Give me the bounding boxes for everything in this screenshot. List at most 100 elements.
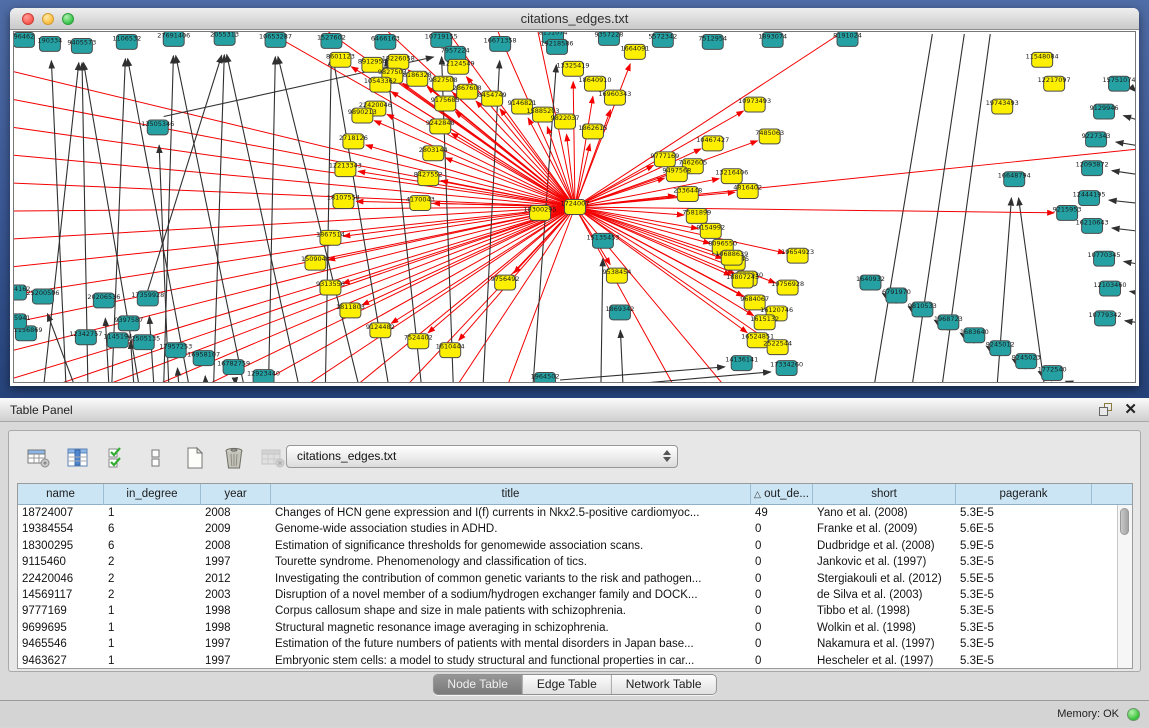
graph-node[interactable]: 1106532 — [112, 34, 141, 49]
graph-node[interactable]: 6791970 — [882, 288, 911, 303]
table-cell[interactable]: 5.5E-5 — [956, 571, 1092, 587]
graph-node[interactable]: 9397587 — [114, 316, 143, 331]
graph-node[interactable]: 1664091 — [620, 44, 649, 59]
table-row[interactable]: 911546021997Tourette syndrome. Phenomeno… — [18, 554, 1132, 570]
table-row[interactable]: 1830029562008Estimation of significance … — [18, 538, 1132, 554]
graph-node[interactable]: 12213343 — [329, 162, 362, 177]
network-window-titlebar[interactable]: citations_edges.txt — [10, 8, 1139, 30]
graph-node[interactable]: 1610444 — [436, 343, 465, 358]
graph-node[interactable]: 7581899 — [682, 208, 711, 223]
graph-node[interactable]: 7524402 — [404, 334, 433, 349]
table-cell[interactable]: 0 — [751, 653, 813, 669]
table-cell[interactable]: 0 — [751, 587, 813, 603]
graph-node[interactable]: 190334 — [38, 36, 63, 51]
column-header-title[interactable]: title — [271, 484, 751, 505]
table-cell[interactable]: 2008 — [201, 538, 271, 554]
graph-node[interactable]: 1862615 — [579, 124, 608, 139]
table-cell[interactable]: 0 — [751, 571, 813, 587]
select-columns-icon[interactable] — [103, 444, 131, 472]
graph-node[interactable]: 1867514 — [316, 230, 345, 245]
table-cell[interactable]: 2003 — [201, 587, 271, 603]
graph-node[interactable]: 10779342 — [1089, 311, 1122, 326]
table-cell[interactable]: Embryonic stem cells: a model to study s… — [271, 653, 751, 669]
graph-node[interactable]: 7512954 — [698, 34, 727, 49]
graph-node[interactable]: 9934162 — [14, 285, 30, 300]
graph-node[interactable]: 9124482 — [366, 323, 395, 338]
table-cell[interactable]: 19384554 — [18, 521, 104, 537]
graph-node[interactable]: 1772540 — [1038, 366, 1067, 381]
column-header-year[interactable]: year — [201, 484, 271, 505]
table-cell[interactable]: 18300295 — [18, 538, 104, 554]
graph-node[interactable]: 4170043 — [406, 196, 435, 211]
table-cell[interactable]: Jankovic et al. (1997) — [813, 554, 956, 570]
row-options-icon[interactable] — [142, 444, 170, 472]
column-header-short[interactable]: short — [813, 484, 956, 505]
table-row[interactable]: 946554611997Estimation of the future num… — [18, 636, 1132, 652]
table-cell[interactable]: Structural magnetic resonance image aver… — [271, 620, 751, 636]
graph-node[interactable]: 19218586 — [541, 39, 574, 54]
table-cell[interactable]: 2012 — [201, 571, 271, 587]
table-cell[interactable]: 0 — [751, 620, 813, 636]
graph-node[interactable]: 9313556 — [316, 280, 345, 295]
table-cell[interactable]: 2 — [104, 587, 201, 603]
graph-node[interactable]: 96462 — [14, 32, 34, 47]
table-cell[interactable]: Yano et al. (2008) — [813, 505, 956, 521]
graph-node[interactable]: 14136141 — [725, 356, 758, 371]
graph-node[interactable]: 6466163 — [371, 34, 400, 49]
graph-node[interactable]: 10973493 — [738, 97, 771, 112]
table-cell[interactable]: 14569117 — [18, 587, 104, 603]
table-row[interactable]: 1456911722003Disruption of a novel membe… — [18, 587, 1132, 603]
table-cell[interactable]: Wolkin et al. (1998) — [813, 620, 956, 636]
table-row[interactable]: 1938455462009Genome-wide association stu… — [18, 521, 1132, 537]
graph-node[interactable]: 9756492 — [491, 275, 520, 290]
graph-node[interactable]: 1615132 — [750, 315, 779, 330]
column-header-name[interactable]: name — [18, 484, 104, 505]
graph-node[interactable]: 12093872 — [1076, 161, 1109, 176]
table-cell[interactable]: 49 — [751, 505, 813, 521]
table-cell[interactable]: de Silva et al. (2003) — [813, 587, 956, 603]
table-cell[interactable]: Disruption of a novel member of a sodium… — [271, 587, 751, 603]
graph-node[interactable]: 9538454 — [602, 268, 631, 283]
graph-node[interactable]: 4816402 — [733, 184, 762, 199]
table-cell[interactable]: 5.3E-5 — [956, 587, 1092, 603]
table-cell[interactable]: 5.3E-5 — [956, 636, 1092, 652]
table-cell[interactable]: 18724007 — [18, 505, 104, 521]
table-row[interactable]: 977716911998Corpus callosum shape and si… — [18, 603, 1132, 619]
graph-node[interactable]: 2718126 — [339, 134, 368, 149]
network-window[interactable]: citations_edges.txt 96462 190334 9405573 11… — [10, 8, 1139, 386]
table-cell[interactable]: 9465546 — [18, 636, 104, 652]
graph-node[interactable]: 16958107 — [187, 351, 220, 366]
graph-node[interactable]: 16210643 — [1076, 218, 1109, 233]
graph-node[interactable]: 9822037 — [551, 114, 580, 129]
table-cell[interactable]: 1 — [104, 505, 201, 521]
graph-node[interactable]: 2522544 — [763, 340, 792, 355]
table-cell[interactable]: 5.3E-5 — [956, 554, 1092, 570]
graph-node[interactable]: 9497568 — [662, 167, 691, 182]
table-cell[interactable]: Changes of HCN gene expression and I(f) … — [271, 505, 751, 521]
float-panel-icon[interactable] — [1099, 403, 1113, 417]
graph-node[interactable]: 9154992 — [696, 223, 725, 238]
table-cell[interactable]: 9699695 — [18, 620, 104, 636]
graph-node[interactable]: 1893074 — [758, 32, 787, 47]
graph-node[interactable]: 17334260 — [770, 361, 803, 376]
graph-node[interactable]: 1509048 — [301, 255, 330, 270]
network-view-canvas[interactable]: 9646219033494055731106532276914062055313… — [13, 31, 1136, 383]
graph-node[interactable]: 16782759 — [217, 360, 250, 375]
table-cell[interactable]: 2 — [104, 554, 201, 570]
table-cell[interactable]: 9463627 — [18, 653, 104, 669]
table-cell[interactable]: 22420046 — [18, 571, 104, 587]
graph-node[interactable]: 11548084 — [1026, 52, 1059, 67]
graph-node[interactable]: 8427552 — [414, 171, 443, 186]
scrollbar-thumb[interactable] — [1120, 508, 1129, 535]
graph-node[interactable]: 9129946 — [1090, 104, 1119, 119]
graph-node[interactable]: 19743493 — [986, 99, 1019, 114]
graph-node[interactable]: 9405573 — [67, 38, 96, 53]
table-cell[interactable]: 5.9E-5 — [956, 538, 1092, 554]
graph-node[interactable]: 12342757 — [69, 330, 102, 345]
graph-node[interactable]: 18640910 — [578, 76, 611, 91]
graph-node[interactable]: 12124549 — [442, 59, 475, 74]
table-cell[interactable]: 9777169 — [18, 603, 104, 619]
graph-node[interactable]: 7485063 — [755, 129, 784, 144]
graph-node[interactable]: 17359928 — [131, 291, 164, 306]
tab-edge-table[interactable]: Edge Table — [523, 675, 612, 694]
